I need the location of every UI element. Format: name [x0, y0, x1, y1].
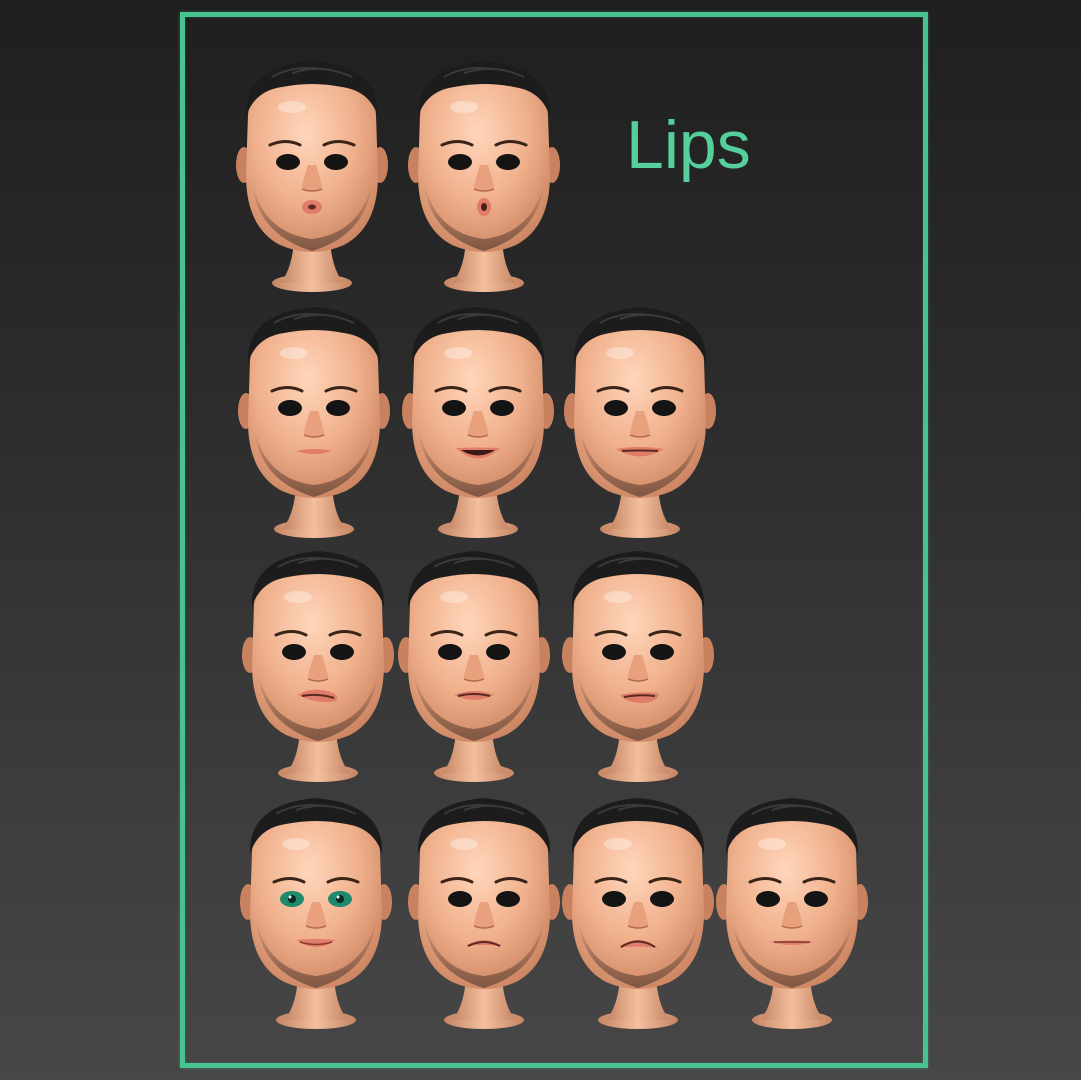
head-neutral-thin[interactable] — [234, 301, 394, 541]
head-sneer-left[interactable] — [238, 545, 398, 785]
head-smile-wide[interactable] — [560, 301, 720, 541]
head-frown-deep[interactable] — [558, 792, 718, 1032]
head-frown[interactable] — [404, 792, 564, 1032]
head-smile-open[interactable] — [398, 301, 558, 541]
head-oo[interactable] — [404, 55, 564, 295]
head-neutral-wide[interactable] — [712, 792, 872, 1032]
head-sneer-right[interactable] — [558, 545, 718, 785]
head-pucker[interactable] — [232, 55, 392, 295]
viewport: Lips — [0, 0, 1081, 1080]
frame-title: Lips — [626, 107, 751, 183]
head-smile-soft-green-eyes[interactable] — [236, 792, 396, 1032]
head-sneer-center[interactable] — [394, 545, 554, 785]
